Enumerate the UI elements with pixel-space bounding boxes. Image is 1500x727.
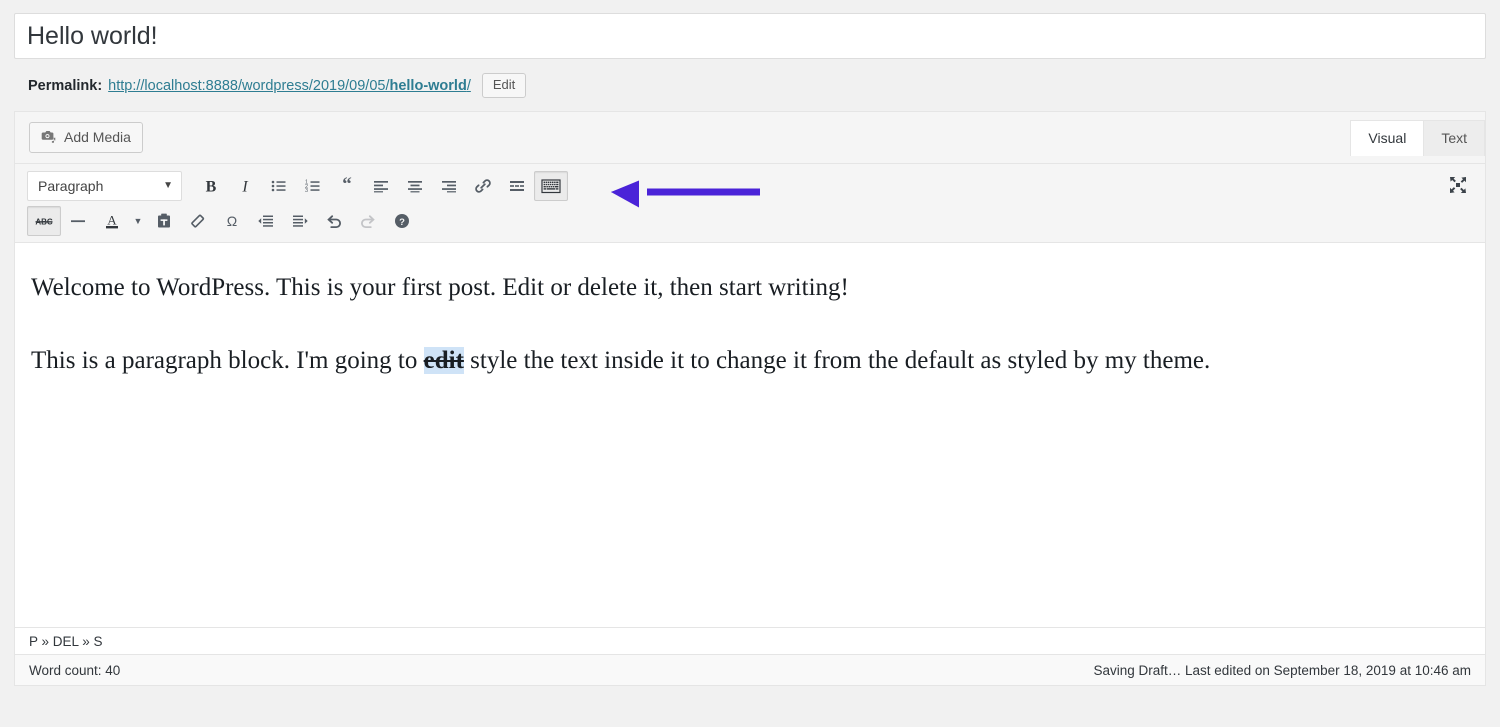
permalink-edit-button[interactable]: Edit	[482, 73, 526, 98]
media-buttons-bar: Add Media Visual Text	[15, 112, 1485, 164]
insert-link-button[interactable]	[466, 171, 500, 201]
toolbar-row-2: ABC A ▼	[27, 203, 1483, 238]
clear-formatting-button[interactable]	[181, 206, 215, 236]
toolbar-toggle-button[interactable]	[534, 171, 568, 201]
svg-text:Ω: Ω	[227, 213, 237, 229]
text-color-control: A ▼	[95, 206, 147, 236]
text-color-chevron-down-icon[interactable]: ▼	[129, 206, 147, 236]
content-paragraph-2: This is a paragraph block. I'm going to …	[31, 342, 1459, 381]
paragraph2-text-after: style the text inside it to change it fr…	[464, 347, 1210, 374]
format-select-value: Paragraph	[38, 178, 103, 194]
element-path[interactable]: P » DEL » S	[29, 634, 103, 649]
numbered-list-button[interactable]: 1 2 3	[296, 171, 330, 201]
blockquote-button[interactable]: “	[330, 171, 364, 201]
align-right-button[interactable]	[432, 171, 466, 201]
align-center-button[interactable]	[398, 171, 432, 201]
tab-visual[interactable]: Visual	[1350, 120, 1424, 156]
post-title-input[interactable]	[14, 13, 1486, 59]
wordpress-classic-editor: Permalink: http://localhost:8888/wordpre…	[0, 0, 1500, 727]
permalink-link[interactable]: http://localhost:8888/wordpress/2019/09/…	[108, 78, 471, 94]
svg-text:3: 3	[305, 188, 308, 194]
distraction-free-button[interactable]	[1441, 170, 1475, 200]
svg-text:I: I	[241, 178, 248, 195]
formatting-toolbar: Paragraph ▼ B I 1	[15, 164, 1485, 243]
media-camera-music-icon	[39, 128, 57, 146]
bold-button[interactable]: B	[194, 171, 228, 201]
add-media-button[interactable]: Add Media	[29, 122, 143, 153]
permalink-url-slug: hello-world	[389, 78, 466, 94]
paragraph2-struck-selection: edit	[424, 347, 464, 374]
horizontal-line-button[interactable]	[61, 206, 95, 236]
title-section	[0, 0, 1500, 59]
permalink-row: Permalink: http://localhost:8888/wordpre…	[0, 59, 1500, 98]
italic-button[interactable]: I	[228, 171, 262, 201]
increase-indent-button[interactable]	[283, 206, 317, 236]
editor-footer: Word count: 40 Saving Draft… Last edited…	[15, 654, 1485, 685]
read-more-button[interactable]	[500, 171, 534, 201]
save-status: Saving Draft… Last edited on September 1…	[1094, 663, 1472, 678]
svg-text:B: B	[206, 178, 217, 195]
toolbar-row-1: Paragraph ▼ B I 1	[27, 168, 1483, 203]
tab-text[interactable]: Text	[1423, 120, 1485, 156]
add-media-label: Add Media	[64, 127, 131, 147]
editor-mode-tabs: Visual Text	[1351, 120, 1485, 156]
format-select[interactable]: Paragraph ▼	[27, 171, 182, 201]
strikethrough-button[interactable]: ABC	[27, 206, 61, 236]
svg-text:A: A	[107, 212, 117, 227]
chevron-down-icon: ▼	[163, 180, 173, 191]
editor-container: Add Media Visual Text Paragraph ▼ B I	[14, 111, 1486, 686]
bulleted-list-button[interactable]	[262, 171, 296, 201]
svg-text:“: “	[342, 176, 352, 195]
paste-as-text-button[interactable]	[147, 206, 181, 236]
redo-button[interactable]	[351, 206, 385, 236]
permalink-url-prefix: http://localhost:8888/wordpress/2019/09/…	[108, 78, 389, 94]
text-color-button[interactable]: A	[95, 206, 129, 236]
special-character-button[interactable]: Ω	[215, 206, 249, 236]
permalink-url-suffix: /	[467, 78, 471, 94]
element-path-statusbar: P » DEL » S	[15, 627, 1485, 654]
keyboard-shortcuts-button[interactable]: ?	[385, 206, 419, 236]
align-left-button[interactable]	[364, 171, 398, 201]
word-count: Word count: 40	[29, 663, 120, 678]
post-content-editable[interactable]: Welcome to WordPress. This is your first…	[15, 243, 1485, 627]
paragraph2-text-before: This is a paragraph block. I'm going to	[31, 347, 424, 374]
content-paragraph-1: Welcome to WordPress. This is your first…	[31, 269, 1459, 308]
undo-button[interactable]	[317, 206, 351, 236]
decrease-indent-button[interactable]	[249, 206, 283, 236]
svg-text:?: ?	[399, 217, 405, 228]
permalink-label: Permalink:	[28, 78, 102, 94]
